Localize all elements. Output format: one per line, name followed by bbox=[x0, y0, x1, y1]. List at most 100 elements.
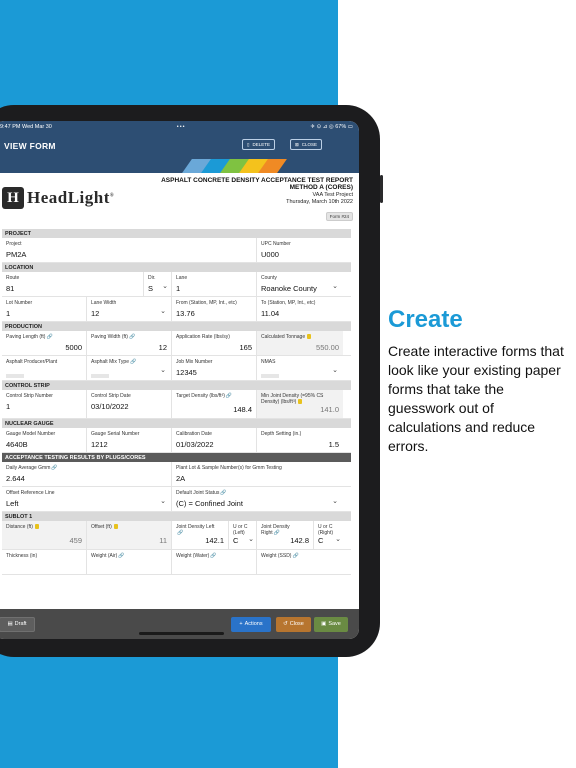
dir-select[interactable]: Dir. S ⌄ bbox=[144, 272, 172, 296]
link-icon: 🔗 bbox=[225, 393, 233, 399]
delete-button[interactable]: ▯ DELETE bbox=[242, 139, 275, 150]
lane-field[interactable]: Lane 1 bbox=[172, 272, 257, 296]
report-title-block: ASPHALT CONCRETE DENSITY ACCEPTANCE TEST… bbox=[161, 177, 353, 223]
plant-lot-field[interactable]: Plant Lot & Sample Number(s) for Gmm Tes… bbox=[172, 462, 343, 486]
joint-density-right-field[interactable]: Joint Density Right🔗 142.8 bbox=[257, 521, 314, 549]
ipad-device: 9:47 PM Wed Mar 30 ••• ✈ ⊙ ⊿ ◎ 67% ▭ VIE… bbox=[0, 105, 383, 657]
form-row: Offset Reference Line Left ⌄ Default Joi… bbox=[2, 487, 351, 512]
app-header: VIEW FORM ▯ DELETE ⊠ CLOSE bbox=[0, 133, 359, 159]
chevron-down-icon: ⌄ bbox=[160, 367, 166, 374]
report-date: Thursday, March 10th 2022 bbox=[286, 199, 353, 205]
form-row: Asphalt Producer/Plant Asphalt Mix Type🔗… bbox=[2, 356, 351, 381]
nmas-select[interactable]: NMAS ⌄ bbox=[257, 356, 343, 380]
upc-field[interactable]: UPC Number U000 bbox=[257, 238, 343, 262]
report-project: VAA Test Project bbox=[312, 192, 353, 198]
close-form-button[interactable]: ↺ Close bbox=[276, 616, 311, 632]
close-button[interactable]: ⊠ CLOSE bbox=[290, 139, 323, 150]
chevron-down-icon: ⌄ bbox=[332, 283, 338, 290]
status-icons: ✈ ⊙ ⊿ ◎ 67% ▭ bbox=[310, 124, 353, 130]
offset-reference-select[interactable]: Offset Reference Line Left ⌄ bbox=[2, 487, 172, 511]
marketing-copy: Create Create interactive forms that loo… bbox=[388, 306, 568, 456]
form-row: Lot Number 1 Lane Width 12 ⌄ From (Stati… bbox=[2, 297, 351, 322]
section-nuclear-gauge: NUCLEAR GAUGE bbox=[2, 419, 351, 428]
volume-button bbox=[380, 175, 383, 203]
save-icon: ▣ bbox=[321, 621, 327, 627]
actions-button[interactable]: + Actions bbox=[231, 616, 271, 632]
app-store-screenshot: Create Create interactive forms that loo… bbox=[0, 0, 576, 768]
undo-icon: ↺ bbox=[283, 621, 288, 627]
calculator-icon bbox=[34, 524, 39, 530]
county-select[interactable]: County Roanoke County ⌄ bbox=[257, 272, 343, 296]
lot-number-field[interactable]: Lot Number 1 bbox=[2, 297, 87, 321]
control-strip-date-field[interactable]: Control Strip Date 03/10/2022 bbox=[87, 390, 172, 418]
from-station-field[interactable]: From (Station, MP, Int., etc) 13.76 bbox=[172, 297, 257, 321]
form-row: Thickness (in) Weight (Air)🔗 Weight (Wat… bbox=[2, 550, 351, 575]
u-or-c-right-select[interactable]: U or C (Right) C ⌄ bbox=[314, 521, 343, 549]
header-stripes bbox=[0, 159, 359, 173]
save-button[interactable]: ▣ Save bbox=[314, 616, 348, 632]
weight-ssd-field[interactable]: Weight (SSD)🔗 bbox=[257, 550, 343, 574]
close-icon: ⊠ bbox=[295, 141, 299, 147]
chevron-down-icon: ⌄ bbox=[332, 498, 338, 505]
u-or-c-left-select[interactable]: U or C (Left) C ⌄ bbox=[229, 521, 257, 549]
weight-water-field[interactable]: Weight (Water)🔗 bbox=[172, 550, 257, 574]
form-row: Route 81 Dir. S ⌄ Lane 1 County Roanoke … bbox=[2, 272, 351, 297]
form-number-badge: Form #24 bbox=[325, 212, 353, 221]
paving-length-field[interactable]: Paving Length (ft)🔗 5000 bbox=[2, 331, 87, 355]
chevron-down-icon: ⌄ bbox=[162, 283, 168, 290]
logo-mark: H bbox=[2, 187, 24, 209]
calculator-icon bbox=[113, 524, 118, 530]
draft-button[interactable]: ▤ Draft bbox=[0, 616, 35, 632]
report-title: ASPHALT CONCRETE DENSITY ACCEPTANCE TEST… bbox=[161, 177, 353, 184]
section-acceptance-testing: ACCEPTANCE TESTING RESULTS BY PLUGS/CORE… bbox=[2, 453, 351, 462]
chevron-down-icon: ⌄ bbox=[160, 498, 166, 505]
ipad-screen: 9:47 PM Wed Mar 30 ••• ✈ ⊙ ⊿ ◎ 67% ▭ VIE… bbox=[0, 121, 359, 639]
gauge-serial-field[interactable]: Gauge Serial Number 1212 bbox=[87, 428, 172, 452]
chevron-down-icon: ⌄ bbox=[335, 536, 341, 543]
link-icon: 🔗 bbox=[51, 465, 58, 471]
offset-field: Offset (ft) 11 bbox=[87, 521, 172, 549]
status-bar: 9:47 PM Wed Mar 30 ••• ✈ ⊙ ⊿ ◎ 67% ▭ bbox=[0, 121, 359, 133]
lane-width-select[interactable]: Lane Width 12 ⌄ bbox=[87, 297, 172, 321]
target-density-field[interactable]: Target Density (lbs/ft³)🔗 148.4 bbox=[172, 390, 257, 418]
form-row: Gauge Model Number 4640B Gauge Serial Nu… bbox=[2, 428, 351, 453]
report-method: METHOD A (CORES) bbox=[289, 184, 353, 191]
job-mix-field[interactable]: Job Mix Number 12345 bbox=[172, 356, 257, 380]
form-row: Distance (ft) 459 Offset (ft) 11 Joint D… bbox=[2, 521, 351, 550]
status-time: 9:47 PM Wed Mar 30 bbox=[0, 124, 52, 130]
calibration-date-field[interactable]: Calibration Date 01/03/2022 bbox=[172, 428, 257, 452]
form-body: PROJECT Project PM2A UPC Number U000 LOC… bbox=[0, 229, 359, 575]
project-field[interactable]: Project PM2A bbox=[2, 238, 257, 262]
home-indicator[interactable] bbox=[139, 632, 224, 635]
form-row: Control Strip Number 1 Control Strip Dat… bbox=[2, 390, 351, 419]
weight-air-field[interactable]: Weight (Air)🔗 bbox=[87, 550, 172, 574]
min-joint-density-field: Min Joint Density (=95% CS Density) (lbs… bbox=[257, 390, 343, 418]
chevron-down-icon: ⌄ bbox=[332, 367, 338, 374]
link-icon: 🔗 bbox=[128, 334, 136, 340]
headlight-logo: H HeadLight® bbox=[2, 187, 114, 209]
control-strip-number-field[interactable]: Control Strip Number 1 bbox=[2, 390, 87, 418]
gmm-field[interactable]: Daily Average Gmm🔗 2.644 bbox=[2, 462, 172, 486]
joint-status-select[interactable]: Default Joint Status🔗 (C) = Confined Joi… bbox=[172, 487, 343, 511]
thickness-field[interactable]: Thickness (in) bbox=[2, 550, 87, 574]
depth-setting-field[interactable]: Depth Setting (in.) 1.5 bbox=[257, 428, 343, 452]
link-icon: 🔗 bbox=[46, 334, 53, 340]
paving-width-field[interactable]: Paving Width (ft)🔗 12 bbox=[87, 331, 172, 355]
multitask-dots[interactable]: ••• bbox=[177, 124, 186, 130]
producer-select[interactable]: Asphalt Producer/Plant bbox=[2, 356, 87, 380]
mix-type-select[interactable]: Asphalt Mix Type🔗 ⌄ bbox=[87, 356, 172, 380]
calculator-icon bbox=[298, 399, 303, 405]
link-icon: 🔗 bbox=[273, 530, 280, 536]
application-rate-field[interactable]: Application Rate (lbs/sy) 165 bbox=[172, 331, 257, 355]
report-header: H HeadLight® ASPHALT CONCRETE DENSITY AC… bbox=[0, 173, 359, 229]
link-icon: 🔗 bbox=[118, 553, 125, 559]
route-field[interactable]: Route 81 bbox=[2, 272, 144, 296]
calculated-tonnage-field: Calculated Tonnage 550.00 bbox=[257, 331, 343, 355]
document-icon: ▤ bbox=[7, 621, 13, 627]
gauge-model-field[interactable]: Gauge Model Number 4640B bbox=[2, 428, 87, 452]
link-icon: 🔗 bbox=[210, 553, 217, 559]
to-station-field[interactable]: To (Station, MP, Int., etc) 11.04 bbox=[257, 297, 343, 321]
form-row: Project PM2A UPC Number U000 bbox=[2, 238, 351, 263]
link-icon: 🔗 bbox=[292, 553, 299, 559]
joint-density-left-field[interactable]: Joint Density Left 🔗 142.1 bbox=[172, 521, 229, 549]
